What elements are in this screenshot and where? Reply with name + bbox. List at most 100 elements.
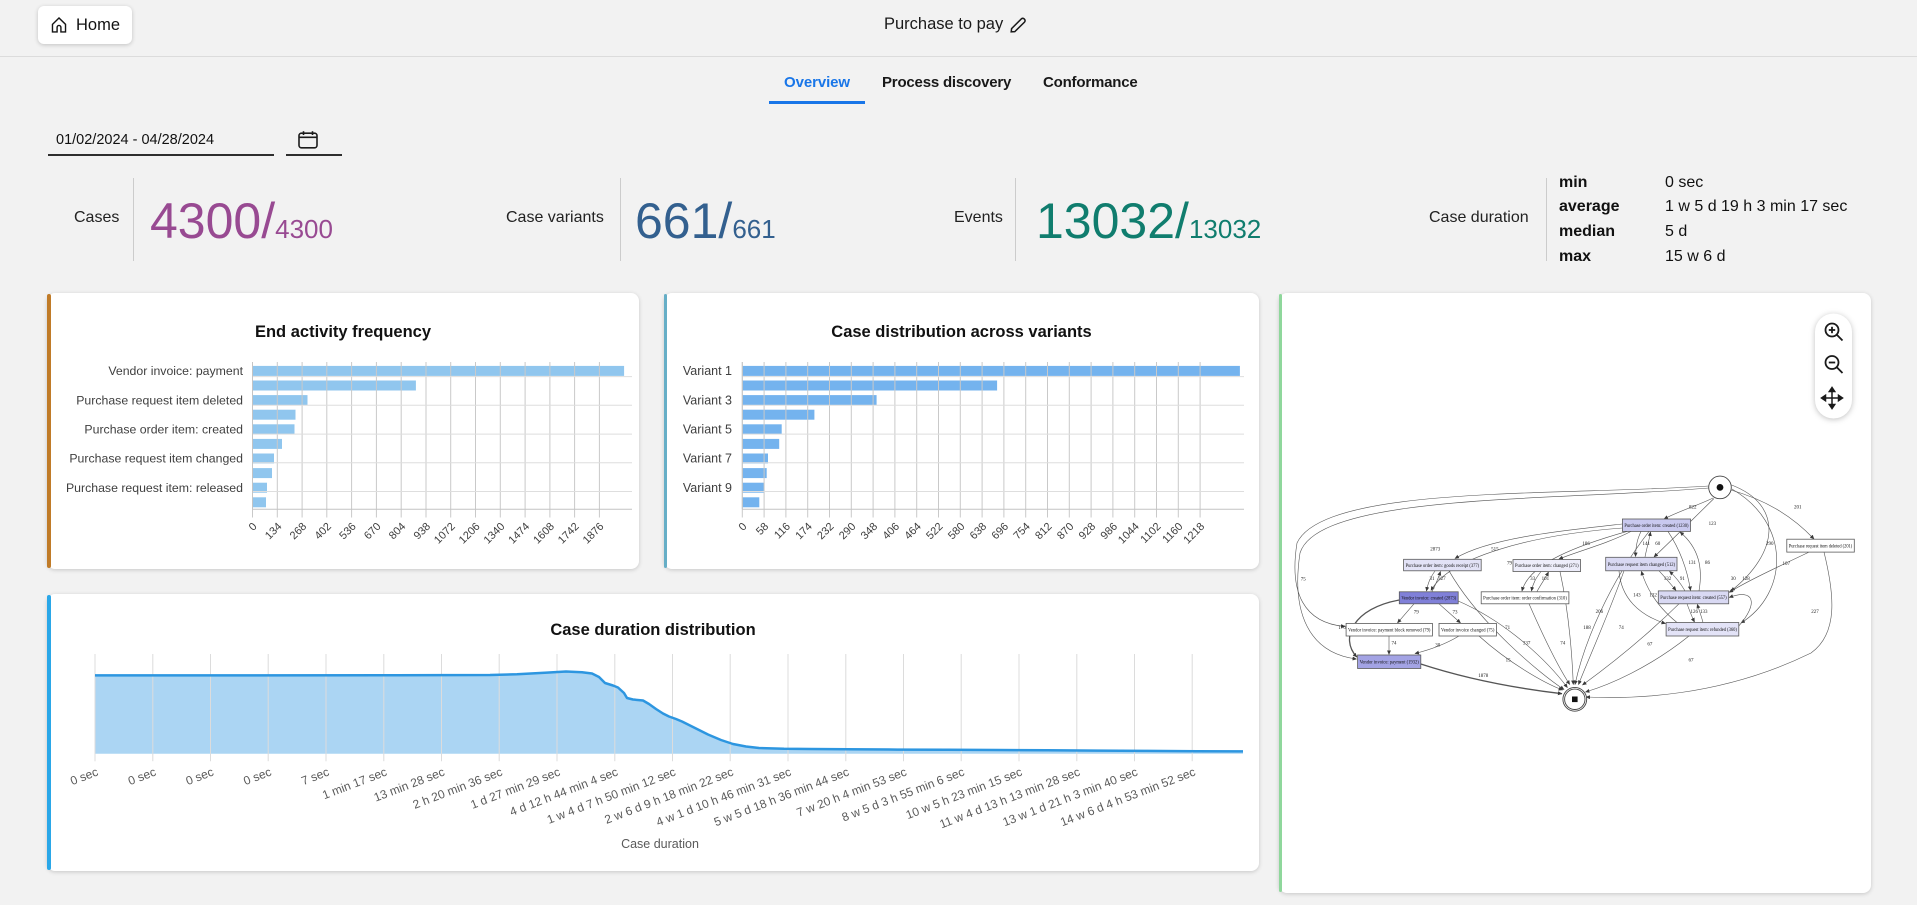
svg-text:Purchase request item deleted: Purchase request item deleted (201) [1789,544,1853,549]
svg-text:188: 188 [1583,626,1591,631]
svg-text:30: 30 [1435,643,1441,648]
svg-text:132: 132 [1664,577,1672,582]
svg-text:206: 206 [1596,610,1604,615]
svg-text:1102: 1102 [1138,521,1163,546]
svg-text:128: 128 [1742,577,1750,582]
svg-text:Purchase request item: release: Purchase request item: released [66,481,243,495]
svg-text:Purchase order item: created (: Purchase order item: created (1230) [1624,524,1689,529]
svg-text:91: 91 [1680,577,1686,582]
svg-text:Case duration: Case duration [621,837,699,851]
svg-text:Purchase request item: created: Purchase request item: created (557) [1660,596,1727,601]
svg-text:116: 116 [772,521,793,542]
svg-text:928: 928 [1077,521,1098,542]
svg-text:1608: 1608 [531,521,557,547]
svg-text:133: 133 [1700,610,1708,615]
svg-text:1072: 1072 [432,521,458,547]
svg-text:67: 67 [1689,658,1695,663]
svg-text:201: 201 [1794,506,1802,511]
svg-text:1044: 1044 [1116,521,1142,547]
svg-text:Variant 3: Variant 3 [683,393,732,407]
svg-text:870: 870 [1055,521,1076,542]
svg-text:822: 822 [1689,506,1697,511]
svg-text:126: 126 [1691,610,1699,615]
svg-text:232: 232 [815,521,836,542]
svg-text:74: 74 [1560,642,1566,647]
svg-text:Purchase order item: order con: Purchase order item: order confirmation … [1483,597,1567,602]
svg-text:268: 268 [288,521,309,542]
svg-text:1474: 1474 [506,521,532,547]
svg-text:Case duration distribution: Case duration distribution [550,621,755,639]
svg-text:2873: 2873 [1430,547,1441,552]
svg-text:Purchase order item: changed (: Purchase order item: changed (271) [1515,564,1579,569]
svg-text:402: 402 [312,521,333,542]
svg-text:1160: 1160 [1160,521,1185,546]
svg-text:7 sec: 7 sec [299,765,331,788]
svg-text:Purchase request item: refunde: Purchase request item: refunded (360) [1668,628,1737,633]
svg-text:86: 86 [1705,561,1711,566]
svg-text:174: 174 [793,521,814,542]
svg-text:Variant 5: Variant 5 [683,423,732,437]
svg-text:Purchase request item deleted: Purchase request item deleted [76,393,243,407]
svg-text:464: 464 [902,521,923,542]
svg-text:938: 938 [412,521,433,542]
svg-text:Variant 9: Variant 9 [683,481,732,495]
svg-text:0: 0 [247,521,260,534]
svg-text:Purchase request item changed: Purchase request item changed (512) [1608,563,1676,568]
svg-text:Purchase order item: created: Purchase order item: created [84,423,243,437]
svg-text:79: 79 [1507,562,1513,567]
svg-text:804: 804 [387,521,408,542]
svg-text:73: 73 [1453,610,1459,615]
svg-text:79: 79 [1414,610,1420,615]
svg-text:670: 670 [362,521,383,542]
svg-text:141: 141 [1643,542,1651,547]
svg-text:290: 290 [1766,542,1774,547]
svg-text:Purchase request item changed: Purchase request item changed [69,452,243,466]
svg-text:123: 123 [1709,522,1717,527]
svg-text:Vendor invoice changed (75): Vendor invoice changed (75) [1441,628,1495,633]
svg-text:Vendor invoice: created (2873): Vendor invoice: created (2873) [1401,597,1456,602]
svg-text:Vendor invoice: payment (1932): Vendor invoice: payment (1932) [1360,660,1420,665]
svg-text:15: 15 [1506,658,1512,663]
svg-text:0 sec: 0 sec [126,765,158,788]
svg-text:580: 580 [946,521,967,542]
svg-text:754: 754 [1011,521,1032,542]
svg-text:1218: 1218 [1181,521,1207,547]
svg-text:1206: 1206 [457,521,483,547]
svg-text:30: 30 [1731,577,1737,582]
svg-text:58: 58 [754,521,771,538]
svg-text:0 sec: 0 sec [241,765,273,788]
svg-text:1340: 1340 [482,521,508,547]
svg-text:131: 131 [1689,561,1697,566]
svg-text:348: 348 [859,521,880,542]
svg-text:536: 536 [337,521,358,542]
svg-text:74: 74 [1392,642,1398,647]
svg-text:71: 71 [1505,626,1511,631]
svg-text:74: 74 [1619,626,1625,631]
svg-text:Purchase order item: goods rec: Purchase order item: goods receipt (377) [1406,564,1480,569]
svg-text:Vendor invoice: payment: Vendor invoice: payment [108,364,243,378]
svg-text:31: 31 [1430,577,1436,582]
svg-text:696: 696 [990,521,1011,542]
svg-text:Variant 1: Variant 1 [683,364,732,378]
svg-text:End activity frequency: End activity frequency [255,323,432,341]
svg-text:638: 638 [968,521,989,542]
svg-text:0 sec: 0 sec [184,765,216,788]
svg-text:33: 33 [1530,577,1536,582]
svg-text:406: 406 [881,521,902,542]
svg-text:Vendor invoice: payment block: Vendor invoice: payment block removed (7… [1348,628,1431,633]
svg-text:812: 812 [1033,521,1054,542]
svg-text:67: 67 [1647,643,1653,648]
svg-text:1878: 1878 [1478,674,1489,679]
svg-text:101: 101 [1542,577,1550,582]
svg-text:134: 134 [263,521,284,542]
svg-text:143: 143 [1633,594,1641,599]
svg-text:0 sec: 0 sec [68,765,100,788]
svg-text:327: 327 [1438,577,1446,582]
svg-text:132: 132 [1649,594,1657,599]
svg-text:Variant 7: Variant 7 [683,452,732,466]
svg-text:227: 227 [1811,610,1819,615]
svg-text:60: 60 [1655,542,1661,547]
svg-text:Case distribution across varia: Case distribution across variants [831,323,1091,341]
svg-text:290: 290 [837,521,858,542]
svg-text:0: 0 [737,521,750,534]
